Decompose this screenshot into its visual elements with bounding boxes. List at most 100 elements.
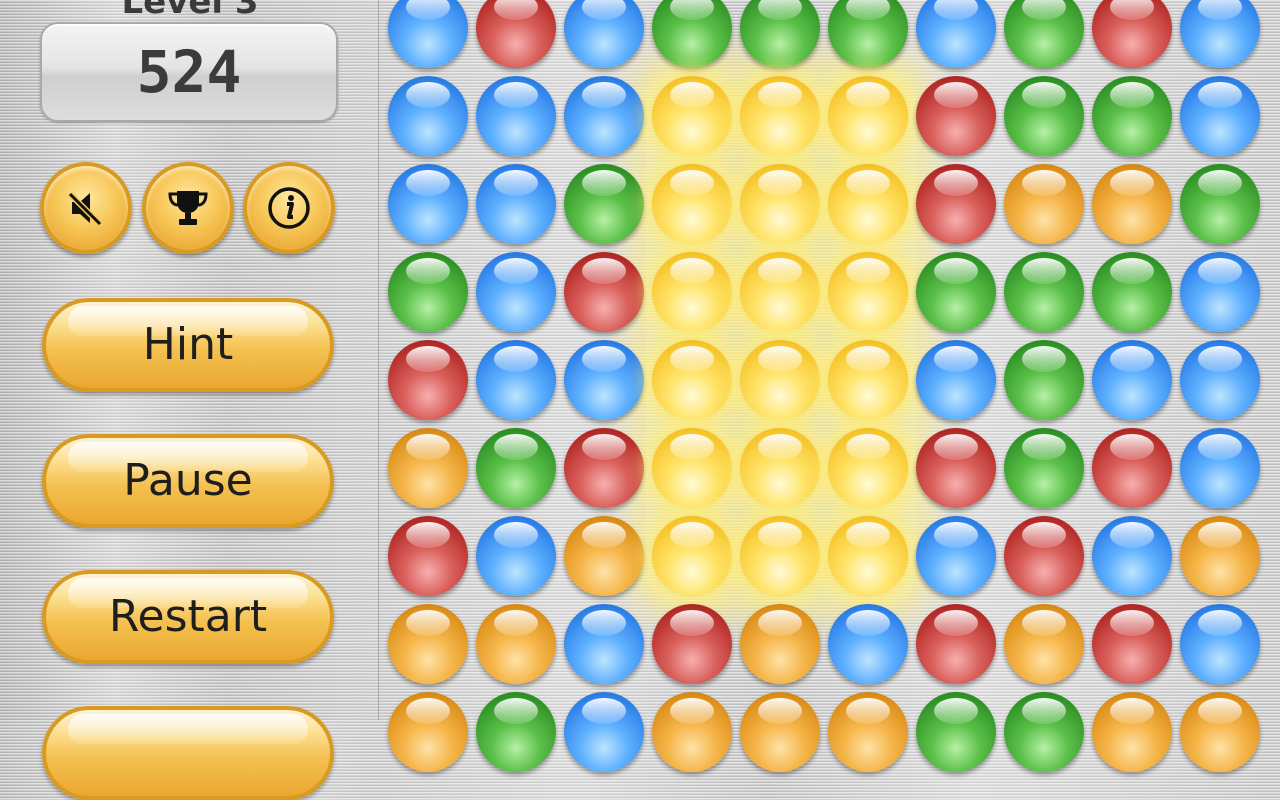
red-ball[interactable] [1092,428,1172,508]
green-ball[interactable] [388,252,468,332]
red-ball[interactable] [1004,516,1084,596]
yellow-ball[interactable] [828,164,908,244]
green-ball[interactable] [828,0,908,68]
red-ball[interactable] [652,604,732,684]
orange-ball[interactable] [828,692,908,772]
blue-ball[interactable] [564,692,644,772]
orange-ball[interactable] [388,604,468,684]
red-ball[interactable] [1092,0,1172,68]
green-ball[interactable] [1004,340,1084,420]
orange-ball[interactable] [1180,692,1260,772]
orange-ball[interactable] [388,428,468,508]
blue-ball[interactable] [564,604,644,684]
red-ball[interactable] [916,604,996,684]
green-ball[interactable] [652,0,732,68]
restart-button[interactable]: Restart [42,570,334,664]
green-ball[interactable] [1004,692,1084,772]
blue-ball[interactable] [476,516,556,596]
yellow-ball[interactable] [828,340,908,420]
info-button[interactable] [243,162,335,254]
blue-ball[interactable] [476,76,556,156]
yellow-ball[interactable] [652,340,732,420]
blue-ball[interactable] [476,164,556,244]
sound-toggle-button[interactable] [40,162,132,254]
yellow-ball[interactable] [652,428,732,508]
red-ball[interactable] [388,340,468,420]
green-ball[interactable] [1004,0,1084,68]
blue-ball[interactable] [388,164,468,244]
green-ball[interactable] [1092,76,1172,156]
yellow-ball[interactable] [740,340,820,420]
red-ball[interactable] [564,428,644,508]
blue-ball[interactable] [916,340,996,420]
orange-ball[interactable] [1092,692,1172,772]
green-ball[interactable] [1092,252,1172,332]
yellow-ball[interactable] [740,76,820,156]
blue-ball[interactable] [1180,340,1260,420]
red-ball[interactable] [916,428,996,508]
blue-ball[interactable] [476,340,556,420]
blue-ball[interactable] [564,340,644,420]
blue-ball[interactable] [1180,76,1260,156]
red-ball[interactable] [388,516,468,596]
orange-ball[interactable] [1180,516,1260,596]
green-ball[interactable] [564,164,644,244]
red-ball[interactable] [916,164,996,244]
hint-label: Hint [142,319,234,370]
yellow-ball[interactable] [652,164,732,244]
green-ball[interactable] [1004,428,1084,508]
blue-ball[interactable] [1180,428,1260,508]
blue-ball[interactable] [916,516,996,596]
blue-ball[interactable] [1180,252,1260,332]
orange-ball[interactable] [1004,164,1084,244]
green-ball[interactable] [1004,76,1084,156]
orange-ball[interactable] [476,604,556,684]
blue-ball[interactable] [476,252,556,332]
red-ball[interactable] [564,252,644,332]
green-ball[interactable] [1004,252,1084,332]
yellow-ball[interactable] [652,76,732,156]
yellow-ball[interactable] [740,428,820,508]
blue-ball[interactable] [564,0,644,68]
green-ball[interactable] [476,692,556,772]
yellow-ball[interactable] [828,516,908,596]
pause-button[interactable]: Pause [42,434,334,528]
info-icon [266,185,312,231]
blue-ball[interactable] [388,76,468,156]
red-ball[interactable] [916,76,996,156]
red-ball[interactable] [476,0,556,68]
sidebar-panel: Level 3 524 Hint Pause Restart [0,0,379,800]
leaderboard-button[interactable] [142,162,234,254]
orange-ball[interactable] [388,692,468,772]
orange-ball[interactable] [564,516,644,596]
green-ball[interactable] [916,692,996,772]
yellow-ball[interactable] [652,252,732,332]
red-ball[interactable] [1092,604,1172,684]
orange-ball[interactable] [652,692,732,772]
orange-ball[interactable] [740,692,820,772]
yellow-ball[interactable] [652,516,732,596]
yellow-ball[interactable] [828,428,908,508]
extra-menu-button[interactable] [42,706,334,800]
hint-button[interactable]: Hint [42,298,334,392]
green-ball[interactable] [476,428,556,508]
green-ball[interactable] [740,0,820,68]
blue-ball[interactable] [1092,516,1172,596]
yellow-ball[interactable] [740,164,820,244]
yellow-ball[interactable] [740,516,820,596]
blue-ball[interactable] [1180,604,1260,684]
orange-ball[interactable] [740,604,820,684]
blue-ball[interactable] [1180,0,1260,68]
yellow-ball[interactable] [740,252,820,332]
green-ball[interactable] [916,252,996,332]
orange-ball[interactable] [1092,164,1172,244]
blue-ball[interactable] [1092,340,1172,420]
orange-ball[interactable] [1004,604,1084,684]
green-ball[interactable] [1180,164,1260,244]
blue-ball[interactable] [388,0,468,68]
yellow-ball[interactable] [828,252,908,332]
blue-ball[interactable] [564,76,644,156]
blue-ball[interactable] [916,0,996,68]
blue-ball[interactable] [828,604,908,684]
yellow-ball[interactable] [828,76,908,156]
